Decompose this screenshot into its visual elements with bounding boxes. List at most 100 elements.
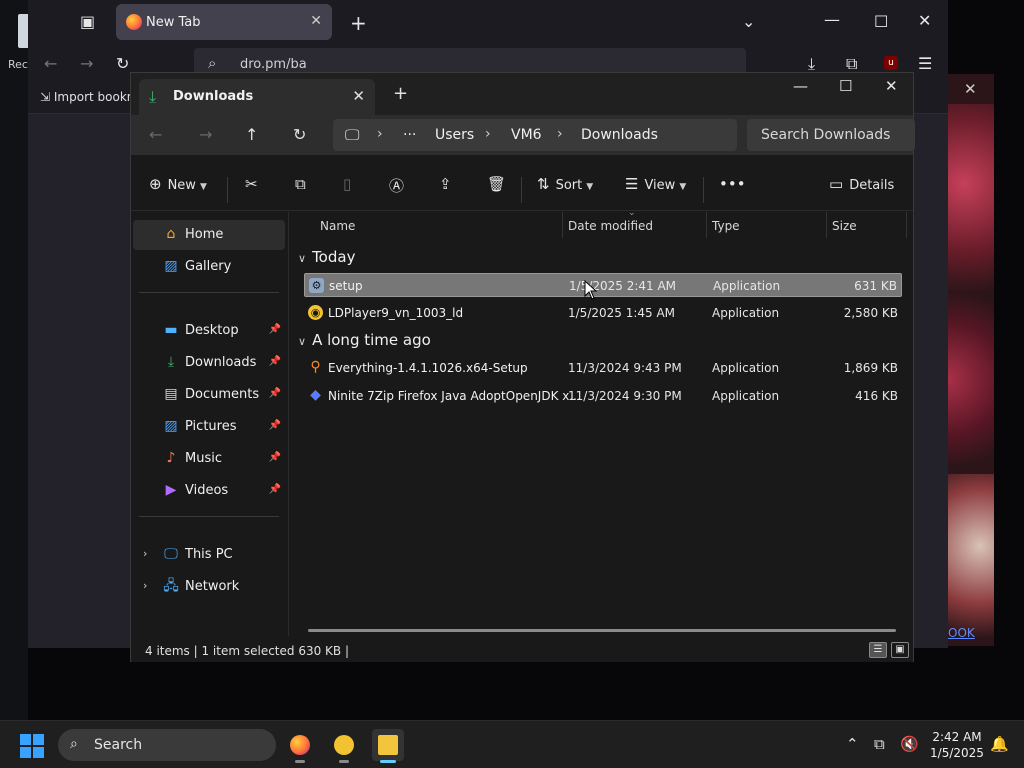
paste-button[interactable]: ▯ [343, 175, 357, 193]
navigation-pane: ⌂ Home ▨ Gallery ▬ Desktop 📌 ⤓ Downloads… [131, 212, 289, 636]
nav-item-home[interactable]: ⌂ Home [133, 220, 285, 250]
forward-icon[interactable]: → [80, 54, 93, 73]
breadcrumb-segment[interactable]: Downloads [581, 127, 658, 143]
column-header-size[interactable]: Size [832, 219, 857, 233]
extensions-icon[interactable]: ⧉ [846, 54, 857, 74]
tiles-view-icon[interactable]: ▣ [891, 642, 909, 658]
file-row[interactable]: ⚲ Everything-1.4.1.1026.x64-Setup 11/3/2… [304, 356, 902, 380]
refresh-icon[interactable]: ↻ [293, 125, 306, 144]
chevron-right-icon[interactable]: › [143, 579, 147, 592]
breadcrumb-more-icon[interactable]: ··· [403, 127, 416, 143]
cut-button[interactable]: ✂ [245, 175, 264, 193]
divider [703, 177, 704, 203]
tab-list-icon[interactable]: ▣ [80, 12, 95, 31]
search-icon: ⌕ [208, 54, 217, 72]
new-tab-icon[interactable]: + [350, 11, 367, 35]
nav-item-label: Videos [185, 483, 229, 498]
nav-item-documents[interactable]: ▤ Documents 📌 [133, 380, 285, 410]
taskbar-ldplayer[interactable] [328, 729, 360, 763]
background-window-link[interactable]: OOK [948, 626, 975, 640]
clock[interactable]: 2:42 AM 1/5/2025 [926, 729, 988, 761]
list-all-tabs-icon[interactable]: ⌄ [742, 12, 755, 31]
explorer-tab[interactable]: ⤓ Downloads ✕ [139, 79, 375, 115]
minimize-icon[interactable]: — [793, 77, 808, 95]
copy-button[interactable]: ⧉ [295, 175, 312, 193]
nav-item-music[interactable]: ♪ Music 📌 [133, 444, 285, 474]
chevron-down-icon: ∨ [298, 335, 307, 348]
nav-item-label: This PC [185, 547, 233, 562]
breadcrumb-segment[interactable]: VM6 [511, 127, 542, 143]
firefox-tab[interactable]: New Tab ✕ [116, 4, 332, 40]
column-header-name[interactable]: Name [320, 219, 355, 233]
chevron-right-icon[interactable]: › [143, 547, 147, 560]
background-window-close-icon[interactable]: ✕ [964, 80, 986, 98]
column-header-date[interactable]: Date modified [568, 219, 653, 233]
details-button[interactable]: ▭ Details [829, 175, 894, 193]
file-row[interactable]: ⚙ setup 1/5/2025 2:41 AM Application 631… [304, 273, 902, 297]
nav-item-this-pc[interactable]: › 🖵 This PC [133, 540, 285, 570]
column-divider[interactable] [706, 212, 707, 238]
start-button[interactable] [20, 734, 44, 758]
nav-item-gallery[interactable]: ▨ Gallery [133, 252, 285, 282]
file-row[interactable]: ◉ LDPlayer9_vn_1003_ld 1/5/2025 1:45 AM … [304, 301, 902, 325]
volume-muted-icon[interactable]: 🔇 [900, 735, 919, 753]
up-icon[interactable]: ↑ [245, 125, 258, 144]
nav-item-downloads[interactable]: ⤓ Downloads 📌 [133, 348, 285, 378]
new-button[interactable]: ⊕ New ▼ [149, 175, 207, 193]
downloads-icon[interactable]: ⤓ [808, 54, 815, 74]
breadcrumb-segment[interactable]: Users [435, 127, 474, 143]
nav-item-desktop[interactable]: ▬ Desktop 📌 [133, 316, 285, 346]
close-window-icon[interactable]: ✕ [885, 77, 898, 95]
delete-button[interactable]: 🗑 [487, 175, 512, 193]
taskbar-firefox[interactable] [284, 729, 316, 763]
taskbar-file-explorer[interactable] [372, 729, 404, 763]
nav-item-network[interactable]: › 🖧 Network [133, 572, 285, 602]
group-header[interactable]: ∨ A long time ago [298, 331, 431, 349]
back-icon[interactable]: ← [149, 125, 162, 144]
nav-item-videos[interactable]: ▶ Videos 📌 [133, 476, 285, 506]
import-bookmarks-link[interactable]: ⇲ Import bookm [40, 90, 138, 104]
nav-item-label: Network [185, 579, 240, 594]
search-input[interactable]: Search Downloads [747, 119, 915, 151]
close-window-icon[interactable]: ✕ [918, 11, 931, 30]
ublock-origin-icon[interactable]: u [884, 56, 898, 70]
clock-date: 1/5/2025 [930, 746, 984, 760]
column-header-type[interactable]: Type [712, 219, 740, 233]
show-hidden-icons-icon[interactable]: ⌃ [846, 735, 859, 753]
reload-icon[interactable]: ↻ [116, 54, 129, 73]
column-divider[interactable] [906, 212, 907, 238]
share-button[interactable]: ⇪ [439, 175, 458, 193]
breadcrumb[interactable]: 🖵 › ··· Users › VM6 › Downloads [333, 119, 737, 151]
column-divider[interactable] [826, 212, 827, 238]
home-icon: ⌂ [166, 226, 176, 242]
group-header[interactable]: ∨ Today [298, 248, 355, 266]
menu-icon[interactable]: ☰ [918, 54, 932, 73]
rename-button[interactable]: Ⓐ [389, 175, 410, 196]
horizontal-scrollbar[interactable] [308, 629, 896, 632]
close-tab-icon[interactable]: ✕ [352, 87, 365, 105]
desktop-shortcut-label: Rec [8, 58, 28, 71]
sort-button[interactable]: ⇅ Sort ▼ [537, 175, 593, 193]
file-row[interactable]: ◆ Ninite 7Zip Firefox Java AdoptOpenJDK … [304, 384, 902, 408]
back-icon[interactable]: ← [44, 54, 57, 73]
nav-item-pictures[interactable]: ▨ Pictures 📌 [133, 412, 285, 442]
notifications-icon[interactable]: 🔔 [990, 735, 1009, 753]
wallpaper-art [940, 474, 994, 646]
maximize-icon[interactable]: ☐ [839, 77, 852, 95]
forward-icon[interactable]: → [199, 125, 212, 144]
chevron-right-icon: › [485, 126, 491, 142]
explorer-tab-title: Downloads [173, 89, 254, 104]
new-tab-icon[interactable]: + [393, 83, 408, 104]
network-icon: 🖧 [163, 578, 179, 594]
taskbar-search[interactable]: ⌕ Search [58, 729, 276, 761]
column-divider[interactable] [562, 212, 563, 238]
maximize-icon[interactable]: ☐ [874, 12, 888, 31]
network-icon[interactable]: ⧉ [874, 735, 885, 753]
computer-icon: 🖵 [345, 126, 360, 144]
close-tab-icon[interactable]: ✕ [310, 13, 322, 29]
view-button[interactable]: ☰ View ▼ [625, 175, 686, 193]
minimize-icon[interactable]: — [824, 10, 840, 29]
details-view-icon[interactable]: ☰ [869, 642, 887, 658]
view-list-icon: ☰ [625, 175, 639, 193]
more-options-button[interactable]: ••• [719, 175, 752, 193]
